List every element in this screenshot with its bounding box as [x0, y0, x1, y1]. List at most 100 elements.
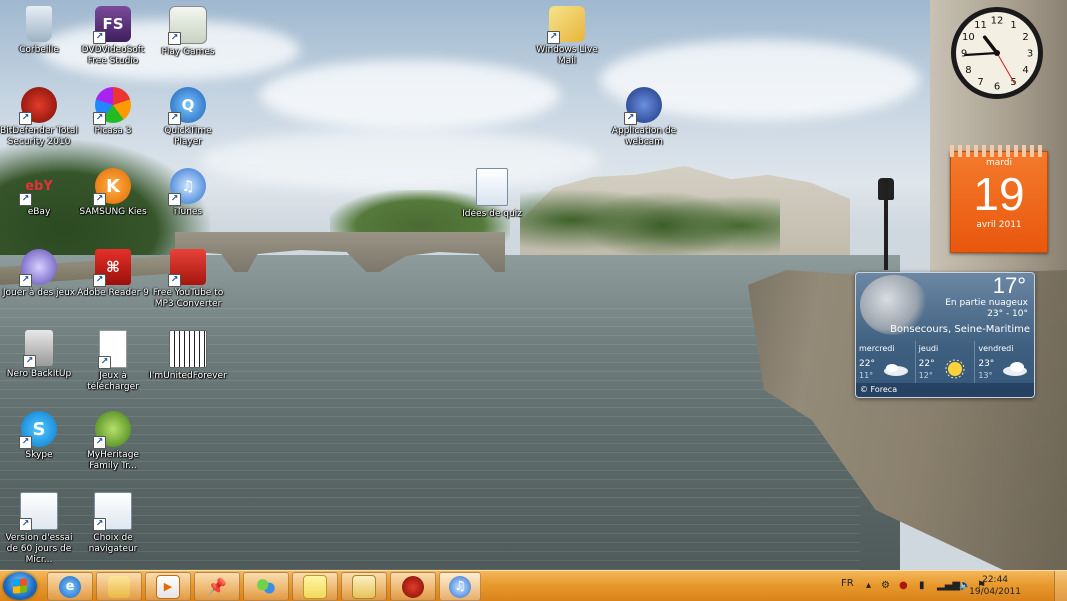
dvdvideosoft-icon: FS ↗ — [93, 6, 131, 44]
start-button[interactable] — [3, 572, 37, 600]
shortcut-arrow-icon: ↗ — [93, 193, 106, 206]
forecast-day: vendredi 23° 13° — [975, 341, 1034, 383]
desktop-icon-itunes[interactable]: ♫ ↗ iTunes — [149, 168, 227, 218]
forecast-day: jeudi 22° 12° — [916, 341, 976, 383]
desktop-icon-quicktime[interactable]: Q ↗ QuickTime Player — [149, 87, 227, 148]
desktop-icon-windows-live-mail[interactable]: ↗ Windows Live Mail — [528, 6, 606, 67]
desktop-icon-nero-backitup[interactable]: ↗ Nero BackItUp — [0, 330, 78, 380]
desktop-icon-label: QuickTime Player — [164, 126, 212, 147]
desktop-icon-jeux-a-telecharger[interactable]: ↗ Jeux à télécharger — [74, 330, 152, 393]
bitdefender-tray-icon[interactable]: ● — [899, 580, 908, 591]
clock-numeral: 2 — [1022, 32, 1028, 43]
desktop-icon-samsung-kies[interactable]: K ↗ SAMSUNG Kies — [74, 168, 152, 218]
show-desktop-button[interactable] — [1054, 571, 1067, 601]
forecast-day-name: mercredi — [859, 344, 895, 353]
desktop-icon-youtube-mp3[interactable]: ↗ Free YouTube to MP3 Converter — [149, 249, 227, 310]
browser-choice-icon: ↗ — [93, 492, 132, 531]
desktop-icon-label: Picasa 3 — [94, 126, 132, 136]
cloud-icon — [1003, 362, 1028, 376]
desktop-icon-label: Corbeille — [19, 45, 59, 55]
calendar-page: mardi 19 avril 2011 — [950, 151, 1048, 253]
clock-gadget[interactable]: 1 2 3 4 5 6 7 8 9 10 11 12 — [949, 5, 1045, 101]
desktop-icon-label: SAMSUNG Kies — [79, 207, 147, 217]
taskbar-file-explorer[interactable] — [96, 572, 142, 601]
desktop-icon-label: Adobe Reader 9 — [77, 288, 149, 298]
forecast-low: 13° — [978, 371, 993, 380]
tray-app-icon[interactable]: ⚙ — [881, 580, 890, 591]
network-signal-icon[interactable]: ▂▄▆ — [937, 580, 960, 591]
clock-numeral: 3 — [1027, 49, 1033, 60]
taskbar-clock[interactable]: 22:44 19/04/2011 — [969, 574, 1021, 598]
calendar-day: 19 — [973, 168, 1025, 220]
desktop-icon-jouer-a-des-jeux[interactable]: ↗ Jouer à des jeux — [0, 249, 78, 299]
shortcut-arrow-icon: ↗ — [19, 193, 32, 206]
language-indicator[interactable]: FR — [841, 578, 854, 589]
blank-document-icon: ↗ — [98, 330, 127, 369]
taskbar-pushpin[interactable]: 📌 — [194, 572, 240, 601]
desktop-icon-adobe-reader[interactable]: ⌘ ↗ Adobe Reader 9 — [74, 249, 152, 299]
forecast-low: 12° — [918, 371, 933, 380]
desktop-icon-idees-de-quiz[interactable]: Idées de quiz — [453, 168, 531, 220]
desktop-icon-skype[interactable]: S ↗ Skype — [0, 411, 78, 461]
analog-clock-icon: 1234567891011 12 — [951, 7, 1043, 99]
desktop-icon-ebay[interactable]: ebY ↗ eBay — [0, 168, 78, 218]
desktop-icon-recycle-bin[interactable]: Corbeille — [0, 6, 78, 56]
shortcut-arrow-icon: ↗ — [168, 274, 181, 287]
taskbar-sticky-notes[interactable] — [292, 572, 338, 601]
calendar-gadget[interactable]: mardi 19 avril 2011 — [950, 145, 1048, 253]
piano-app-icon — [169, 330, 207, 368]
taskbar-mail[interactable] — [341, 572, 387, 601]
icon-glyph: K — [106, 175, 120, 197]
shortcut-arrow-icon: ↗ — [547, 31, 560, 44]
bitdefender-icon: ↗ — [19, 87, 57, 125]
internet-explorer-icon: e — [59, 575, 81, 598]
clock-numeral: 1 — [1010, 20, 1016, 31]
desktop-icon-picasa[interactable]: ↗ Picasa 3 — [74, 87, 152, 137]
desktop-icon-play-games[interactable]: ↗ Play Games — [149, 6, 227, 58]
windows-live-mail-icon: ↗ — [547, 6, 585, 44]
desktop-icon-webcam[interactable]: ↗ Application de webcam — [605, 87, 683, 148]
office-trial-icon: ↗ — [19, 492, 58, 531]
desktop-icon-bitdefender[interactable]: ↗ BitDefender Total Security 2010 — [0, 87, 78, 148]
desktop-icon-label: Version d'essai de 60 jours de Micr... — [5, 533, 73, 565]
shortcut-arrow-icon: ↗ — [93, 436, 106, 449]
battery-icon[interactable]: ▮ — [919, 580, 925, 591]
clock-numeral: 8 — [965, 65, 971, 76]
desktop-icon-office-trial[interactable]: ↗ Version d'essai de 60 jours de Micr... — [0, 492, 78, 566]
quicktime-icon: Q ↗ — [168, 87, 206, 125]
youtube-mp3-icon: ↗ — [168, 249, 206, 287]
show-hidden-icons-icon[interactable]: ▴ — [866, 580, 871, 591]
shortcut-arrow-icon: ↗ — [168, 193, 181, 206]
weather-provider: © Foreca — [856, 383, 1034, 397]
cloud-icon — [884, 364, 908, 376]
desktop-icon-dvdvideosoft[interactable]: FS ↗ DVDVideoSoft Free Studio — [74, 6, 152, 67]
desktop-icon-label: Windows Live Mail — [536, 45, 598, 66]
taskbar: e ▶ 📌 ♫ FR ▴ ⚙ ● ▮ ▂▄▆ 🔈 ⚑ 22:44 19/04/2… — [0, 570, 1067, 601]
taskbar-bitdefender[interactable] — [390, 572, 436, 601]
shortcut-arrow-icon: ↗ — [93, 112, 106, 125]
forecast-day: mercredi 22° 11° — [856, 341, 916, 383]
desktop-icon-imunitedforever[interactable]: I'mUnitedForever — [149, 330, 227, 382]
desktop-icon-choix-de-navigateur[interactable]: ↗ Choix de navigateur — [74, 492, 152, 555]
mail-icon — [352, 574, 376, 599]
desktop-icon-label: Jeux à télécharger — [87, 371, 139, 392]
sun-icon — [945, 359, 965, 379]
clock-numeral: 10 — [962, 32, 975, 43]
shortcut-arrow-icon: ↗ — [168, 112, 181, 125]
taskbar-internet-explorer[interactable]: e — [47, 572, 93, 601]
samsung-kies-icon: K ↗ — [93, 168, 131, 206]
taskbar-itunes[interactable]: ♫ — [439, 572, 481, 601]
desktop-icon-label: MyHeritage Family Tr... — [87, 450, 139, 471]
taskbar-messenger[interactable] — [243, 572, 289, 601]
icon-glyph: ebY — [25, 178, 53, 194]
desktop-icon-myheritage[interactable]: ↗ MyHeritage Family Tr... — [74, 411, 152, 472]
sticky-notes-icon — [303, 574, 327, 599]
taskbar-media-player[interactable]: ▶ — [145, 572, 191, 601]
weather-range: 23° - 10° — [987, 309, 1028, 319]
adobe-reader-icon: ⌘ ↗ — [93, 249, 131, 287]
weather-gadget[interactable]: 17° En partie nuageux 23° - 10° Bonsecou… — [855, 272, 1035, 398]
desktop-icon-label: Idées de quiz — [462, 209, 522, 219]
messenger-icon — [255, 575, 277, 598]
desktop-icon-label: I'mUnitedForever — [149, 371, 227, 381]
desktop-icon-label: Skype — [25, 450, 53, 460]
